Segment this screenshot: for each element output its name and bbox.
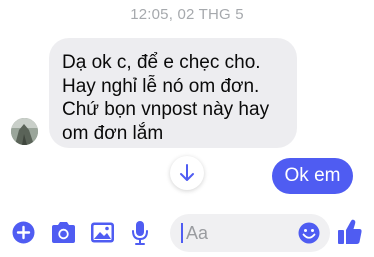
message-line: om đơn lắm (62, 122, 164, 144)
more-actions-button[interactable] (12, 221, 35, 244)
emoji-icon (298, 222, 320, 244)
camera-button[interactable] (50, 221, 77, 244)
incoming-message-bubble[interactable]: Dạ ok c, để e chẹc cho. Hay nghỉ lễ nó o… (49, 38, 297, 148)
message-line: Hay nghỉ lễ nó om đơn. (62, 75, 260, 97)
thumbs-up-icon (338, 219, 362, 244)
image-icon (91, 222, 114, 243)
send-like-button[interactable] (337, 218, 363, 246)
emoji-button[interactable] (298, 222, 320, 244)
camera-icon (52, 222, 75, 243)
avatar-image (11, 118, 38, 145)
text-caret (181, 223, 183, 243)
message-input-placeholder: Aa (186, 223, 209, 243)
message-line: Dạ ok c, để e chẹc cho. (62, 52, 261, 73)
chat-screen: 12:05, 02 THG 5 Dạ ok c, để e chẹc cho. … (0, 0, 374, 257)
arrow-down-icon (180, 164, 194, 181)
message-line: Chứ bọn vnpost này hay (62, 99, 270, 120)
outgoing-message-bubble[interactable]: Ok em (272, 158, 353, 194)
gallery-button[interactable] (90, 221, 115, 244)
message-composer: Aa (0, 210, 374, 257)
microphone-icon (132, 221, 148, 245)
message-input[interactable]: Aa (170, 214, 330, 252)
outgoing-message-text: Ok em (284, 165, 341, 186)
scroll-to-bottom-button[interactable] (170, 156, 204, 190)
contact-avatar[interactable] (11, 118, 38, 145)
plus-circle-icon (12, 221, 35, 244)
message-timestamp: 12:05, 02 THG 5 (130, 6, 244, 23)
voice-record-button[interactable] (131, 220, 149, 246)
